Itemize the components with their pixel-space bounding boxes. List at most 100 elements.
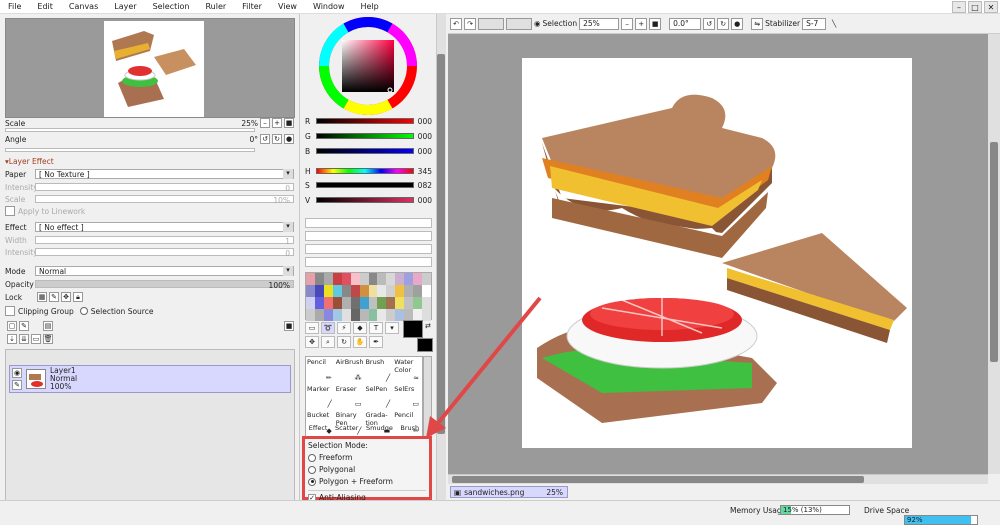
menu-file[interactable]: File xyxy=(0,2,29,11)
rotate-reset-icon[interactable]: ● xyxy=(731,17,744,30)
delete-layer-icon[interactable]: 🗑︎ xyxy=(43,334,53,344)
width-slider[interactable]: 1 xyxy=(35,236,294,246)
brush-slot[interactable]: SelPen ╱ xyxy=(364,384,393,411)
brush-slot[interactable]: Water Color ≈ xyxy=(393,357,422,384)
color-swatch[interactable] xyxy=(341,285,351,297)
channel-slider[interactable] xyxy=(316,118,414,124)
rotate-cw-icon[interactable]: ↻ xyxy=(717,17,730,30)
color-swatch[interactable] xyxy=(404,297,414,309)
color-swatch[interactable] xyxy=(386,273,396,285)
color-swatch[interactable] xyxy=(306,297,315,309)
rotate-left-button[interactable]: ↺ xyxy=(260,134,270,144)
color-swatch[interactable] xyxy=(350,297,360,309)
menu-canvas[interactable]: Canvas xyxy=(61,2,106,11)
menu-window[interactable]: Window xyxy=(305,2,353,11)
brush-slot[interactable]: Eraser ▭ xyxy=(335,384,365,411)
menu-ruler[interactable]: Ruler xyxy=(197,2,234,11)
brush-slot[interactable]: AirBrush ⁂ xyxy=(335,357,365,384)
color-swatch[interactable] xyxy=(359,273,369,285)
color-swatch[interactable] xyxy=(341,297,351,309)
new-linework-layer-icon[interactable]: ✎ xyxy=(19,321,29,331)
brush-label[interactable]: Effect xyxy=(309,424,328,432)
color-swatch[interactable] xyxy=(368,297,378,309)
color-swatch[interactable] xyxy=(341,309,351,321)
selection-source-radio[interactable] xyxy=(79,307,88,315)
invert-selection-button[interactable] xyxy=(506,17,532,30)
color-swatch[interactable] xyxy=(359,285,369,297)
scale-slider[interactable] xyxy=(5,128,255,132)
menu-edit[interactable]: Edit xyxy=(29,2,61,11)
freeform-option[interactable]: Freeform xyxy=(308,453,426,462)
color-swatch[interactable] xyxy=(306,309,315,321)
menu-layer[interactable]: Layer xyxy=(106,2,144,11)
menu-view[interactable]: View xyxy=(270,2,305,11)
color-history-bar[interactable] xyxy=(305,257,432,267)
new-layer-icon[interactable]: ▢ xyxy=(7,321,17,331)
shape-icon[interactable]: ◆ xyxy=(353,322,367,334)
color-swatch[interactable] xyxy=(359,309,369,321)
color-swatch[interactable] xyxy=(386,309,396,321)
color-swatch[interactable] xyxy=(395,297,405,309)
color-swatch[interactable] xyxy=(350,309,360,321)
color-wheel[interactable] xyxy=(318,16,418,116)
brush-slot[interactable]: Brush ╱ xyxy=(364,357,393,384)
effect-dropdown[interactable]: [ No effect ] xyxy=(35,222,294,232)
channel-slider[interactable] xyxy=(316,133,414,139)
rotate-icon[interactable]: ↻ xyxy=(337,336,351,348)
polygonal-radio[interactable] xyxy=(308,465,316,474)
canvas-vertical-scrollbar-thumb[interactable] xyxy=(990,142,998,362)
color-swatch[interactable] xyxy=(368,309,378,321)
polygonal-option[interactable]: Polygonal xyxy=(308,465,426,474)
new-folder-icon[interactable]: ▤ xyxy=(43,321,53,331)
eyedropper-icon[interactable]: ✒ xyxy=(369,336,383,348)
rotate-right-button[interactable]: ↻ xyxy=(272,134,282,144)
color-swatch[interactable] xyxy=(395,285,405,297)
color-swatch[interactable] xyxy=(350,285,360,297)
zoom-reset-button[interactable]: ■ xyxy=(284,118,294,128)
rect-select-icon[interactable]: ▭ xyxy=(305,322,319,334)
stabilizer-dropdown[interactable]: S-7 xyxy=(802,17,827,30)
menu-help[interactable]: Help xyxy=(353,2,387,11)
angle-slider[interactable] xyxy=(5,148,255,152)
redo-icon[interactable]: ↷ xyxy=(464,17,476,30)
flip-icon[interactable]: ⇋ xyxy=(751,17,764,30)
zoom-in-icon[interactable]: + xyxy=(635,17,648,30)
channel-slider[interactable] xyxy=(316,197,414,203)
merge-down-icon[interactable]: ⇊ xyxy=(19,334,29,344)
zoom-dropdown[interactable]: 25% xyxy=(579,17,620,30)
brush-label[interactable]: Brush xyxy=(400,424,419,432)
transfer-down-icon[interactable]: ⇣ xyxy=(7,334,17,344)
navigator-preview[interactable] xyxy=(5,18,295,118)
texture-scale-slider[interactable]: 10% xyxy=(35,195,294,205)
color-swatch[interactable] xyxy=(306,285,315,297)
canvas-horizontal-scrollbar[interactable] xyxy=(448,474,988,484)
lasso-select-icon[interactable]: ➰ xyxy=(321,322,335,334)
freeform-radio[interactable] xyxy=(308,453,316,462)
color-swatch[interactable] xyxy=(377,297,387,309)
close-button[interactable]: ✕ xyxy=(984,1,998,13)
apply-linework-checkbox[interactable] xyxy=(5,206,15,216)
lock-all-icon[interactable]: 🔒︎ xyxy=(73,292,83,302)
color-swatch[interactable] xyxy=(323,309,333,321)
color-swatch[interactable] xyxy=(332,297,342,309)
color-swatch[interactable] xyxy=(323,297,333,309)
color-swatch[interactable] xyxy=(332,309,342,321)
color-history-bar[interactable] xyxy=(305,244,432,254)
color-swatch[interactable] xyxy=(306,273,315,285)
selection-visibility-icon[interactable]: ◉ xyxy=(534,19,541,28)
zoom-in-button[interactable]: + xyxy=(272,118,282,128)
color-swatch[interactable] xyxy=(377,273,387,285)
intensity-slider[interactable]: 0 xyxy=(35,183,294,193)
zoom-fit-icon[interactable]: ■ xyxy=(649,17,662,30)
color-swatch[interactable] xyxy=(314,285,324,297)
channel-slider[interactable] xyxy=(316,148,414,154)
menu-filter[interactable]: Filter xyxy=(234,2,270,11)
color-swatch[interactable] xyxy=(404,285,414,297)
dropdown-icon[interactable]: ▾ xyxy=(385,322,399,334)
layer-panel-menu-icon[interactable]: ■ xyxy=(284,321,294,331)
menu-selection[interactable]: Selection xyxy=(145,2,198,11)
brush-slot[interactable]: Marker ╱ xyxy=(306,384,335,411)
color-swatch[interactable] xyxy=(332,273,342,285)
color-swatch[interactable] xyxy=(395,273,405,285)
color-swatch[interactable] xyxy=(413,273,423,285)
